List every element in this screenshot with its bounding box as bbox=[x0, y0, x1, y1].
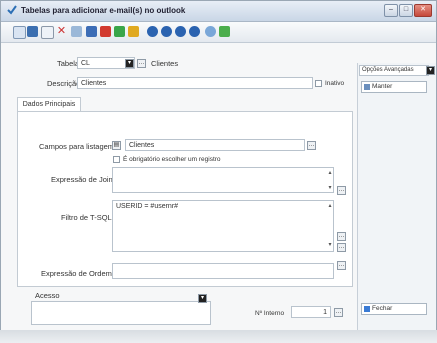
close-button[interactable]: ✕ bbox=[414, 4, 432, 17]
campos-listagem-label: Campos para listagem bbox=[39, 142, 115, 151]
filtro-scroll-down-icon[interactable]: ▾ bbox=[327, 241, 333, 248]
side-bottom-button[interactable]: Fechar bbox=[361, 303, 427, 315]
obrigatorio-label: É obrigatório escolher um registro bbox=[123, 156, 221, 163]
join-scroll-down-icon[interactable]: ▾ bbox=[327, 184, 333, 191]
campos-listagem-icon[interactable]: ▤ bbox=[112, 141, 121, 150]
circle3-icon[interactable] bbox=[175, 26, 186, 37]
tabela-name-text: Clientes bbox=[151, 59, 179, 68]
join-scroll-up-icon[interactable]: ▴ bbox=[327, 169, 333, 176]
exit-icon bbox=[364, 306, 370, 312]
tabela-lookup-button[interactable]: … bbox=[137, 59, 146, 68]
main-window: Tabelas para adicionar e-mail(s) no outl… bbox=[0, 0, 437, 337]
filtro-tsql-label: Filtro de T-SQL bbox=[61, 213, 112, 222]
reflection bbox=[0, 330, 437, 343]
title-bar: Tabelas para adicionar e-mail(s) no outl… bbox=[1, 1, 436, 22]
side-top-button[interactable]: Manter bbox=[361, 81, 427, 93]
filtro-lookup-button-2[interactable]: … bbox=[337, 243, 346, 252]
tabela-label: Tabela bbox=[57, 59, 80, 68]
expressao-join-field[interactable] bbox=[112, 167, 334, 193]
circle2-icon[interactable] bbox=[161, 26, 172, 37]
circle1-icon[interactable] bbox=[147, 26, 158, 37]
side-select-value: Opções Avançadas bbox=[362, 67, 414, 73]
side-bottom-button-label: Fechar bbox=[372, 305, 393, 312]
window-controls: – □ ✕ bbox=[384, 4, 432, 17]
checkmark-app-icon bbox=[7, 5, 17, 15]
side-select[interactable]: Opções Avançadas bbox=[359, 65, 429, 76]
minimize-button[interactable]: – bbox=[384, 4, 398, 17]
edit-icon[interactable] bbox=[71, 26, 82, 37]
expressao-ordem-field[interactable] bbox=[112, 263, 334, 279]
tab-dados-principais[interactable]: Dados Principais bbox=[17, 97, 81, 112]
descricao-label: Descrição bbox=[47, 79, 81, 88]
join-lookup-button[interactable]: … bbox=[337, 186, 346, 195]
acesso-label: Acesso bbox=[35, 291, 60, 300]
help-icon[interactable] bbox=[219, 26, 230, 37]
nr-interno-value: 1 bbox=[323, 309, 327, 316]
grid-icon[interactable] bbox=[86, 26, 97, 37]
filtro-tsql-field[interactable]: USERID = #usernr# bbox=[112, 200, 334, 252]
side-panel bbox=[357, 63, 436, 331]
expressao-ordem-label: Expressão de Ordem bbox=[41, 269, 112, 278]
filtro-lookup-button-1[interactable]: … bbox=[337, 232, 346, 241]
refresh-icon[interactable] bbox=[205, 26, 216, 37]
filter-icon[interactable] bbox=[100, 26, 111, 37]
obrigatorio-checkbox[interactable] bbox=[113, 156, 120, 163]
tabela-dropdown-button[interactable]: ▾ bbox=[125, 59, 134, 68]
inativo-checkbox[interactable] bbox=[315, 80, 322, 87]
inativo-label: Inativo bbox=[325, 80, 345, 87]
window-title: Tabelas para adicionar e-mail(s) no outl… bbox=[21, 6, 186, 15]
open-icon[interactable] bbox=[27, 26, 38, 37]
circle4-icon[interactable] bbox=[189, 26, 200, 37]
print-icon[interactable] bbox=[128, 26, 139, 37]
export-icon[interactable] bbox=[114, 26, 125, 37]
expressao-join-label: Expressão de Join bbox=[51, 175, 113, 184]
side-select-dropdown-icon[interactable]: ▾ bbox=[426, 66, 435, 75]
acesso-field[interactable] bbox=[31, 301, 211, 325]
nr-interno-field[interactable]: 1 bbox=[291, 306, 331, 318]
side-top-button-label: Manter bbox=[372, 83, 393, 90]
descricao-field[interactable]: Clientes bbox=[77, 77, 313, 89]
delete-icon[interactable]: ✕ bbox=[56, 26, 67, 37]
copy-icon[interactable] bbox=[41, 26, 54, 39]
save-icon bbox=[364, 84, 370, 90]
acesso-dropdown-button[interactable]: ▾ bbox=[198, 294, 207, 303]
ordem-lookup-button[interactable]: … bbox=[337, 261, 346, 270]
toolbar: ✕ bbox=[1, 22, 436, 43]
nr-interno-label: Nº Interno bbox=[255, 310, 285, 317]
new-icon[interactable] bbox=[13, 26, 26, 39]
nr-interno-button[interactable]: … bbox=[334, 308, 343, 317]
tab-panel bbox=[17, 111, 353, 287]
campos-listagem-lookup-button[interactable]: … bbox=[307, 141, 316, 150]
maximize-button[interactable]: □ bbox=[399, 4, 413, 17]
tab-label: Dados Principais bbox=[22, 101, 76, 108]
campos-listagem-field[interactable]: Clientes bbox=[125, 139, 305, 151]
filtro-scroll-up-icon[interactable]: ▴ bbox=[327, 202, 333, 209]
